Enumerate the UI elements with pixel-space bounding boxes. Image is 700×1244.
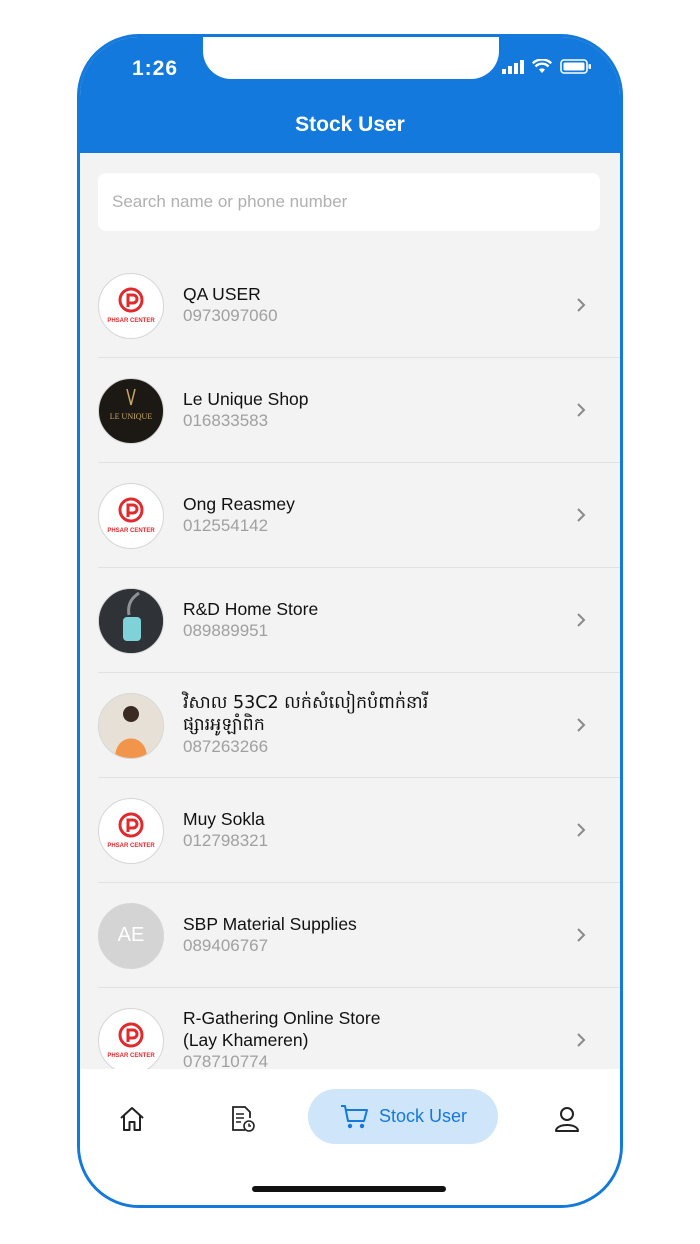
signal-icon: [502, 59, 524, 74]
search-input[interactable]: [98, 173, 600, 231]
avatar-photo: [98, 588, 164, 654]
avatar-phsar-center: PHSAR CENTER: [98, 1008, 164, 1074]
user-list-item[interactable]: LE UNIQUE Le Unique Shop 016833583: [98, 358, 620, 463]
device-notch: [203, 37, 499, 79]
avatar-ae-logo: AE: [98, 903, 164, 969]
wifi-icon: [532, 59, 552, 73]
user-list-item[interactable]: PHSAR CENTER Ong Reasmey 012554142: [98, 463, 620, 568]
user-list-item[interactable]: AE SBP Material Supplies 089406767: [98, 883, 620, 988]
user-texts: Muy Sokla 012798321: [183, 778, 268, 882]
chevron-right-icon: [577, 508, 586, 522]
user-list-item[interactable]: PHSAR CENTER QA USER 0973097060: [98, 253, 620, 358]
home-indicator: [252, 1186, 446, 1192]
ae-logo: AE: [118, 924, 145, 946]
user-list-item[interactable]: R&D Home Store 089889951: [98, 568, 620, 673]
logo-text: PHSAR CENTER: [107, 1053, 155, 1059]
stock-user-list: PHSAR CENTER QA USER 0973097060 LE UNIQU…: [80, 253, 620, 1093]
avatar-phsar-center: PHSAR CENTER: [98, 483, 164, 549]
user-name: R-Gathering Online Store (Lay Khameren): [183, 1008, 381, 1050]
nav-report[interactable]: [225, 1091, 259, 1147]
bottom-nav: Stock User: [80, 1069, 620, 1205]
user-name: R&D Home Store: [183, 599, 319, 619]
chevron-right-icon: [577, 1033, 586, 1047]
user-texts: វិសាល 53C2 លក់សំលៀកបំពាក់នារី ផ្សារអូឡាំ…: [183, 673, 513, 777]
chevron-right-icon: [577, 823, 586, 837]
user-phone: 089406767: [183, 936, 269, 955]
app-header: 1:26 Stock User: [80, 37, 620, 153]
user-texts: Le Unique Shop 016833583: [183, 358, 309, 462]
phsar-center-logo: PHSAR CENTER: [107, 1022, 155, 1059]
user-phone: 016833583: [183, 411, 269, 430]
chevron-right-icon: [577, 928, 586, 942]
app-screen: 1:26 Stock User Search name or phone num…: [80, 37, 620, 1205]
user-name: Muy Sokla: [183, 809, 265, 829]
nav-stock-user-label: Stock User: [378, 1106, 468, 1126]
logo-text: LE UNIQUE: [110, 412, 153, 421]
chevron-right-icon: [577, 298, 586, 312]
cart-icon: [340, 1104, 368, 1128]
avatar-phsar-center: PHSAR CENTER: [98, 273, 164, 339]
user-phone: 012798321: [183, 831, 269, 850]
user-phone: 089889951: [183, 621, 269, 640]
avatar-le-unique: LE UNIQUE: [98, 378, 164, 444]
nav-home[interactable]: [115, 1091, 149, 1147]
avatar-photo: [98, 693, 164, 759]
user-phone: 087263266: [183, 737, 269, 756]
phone-frame: 1:26 Stock User Search name or phone num…: [77, 34, 623, 1208]
page-title: Stock User: [295, 113, 405, 136]
status-icons: [502, 59, 592, 74]
logo-text: PHSAR CENTER: [107, 843, 155, 849]
user-name: SBP Material Supplies: [183, 914, 357, 934]
chevron-right-icon: [577, 403, 586, 417]
logo-text: PHSAR CENTER: [107, 318, 155, 324]
user-phone: 0973097060: [183, 306, 278, 325]
person-photo: [99, 694, 163, 758]
user-name: វិសាល 53C2 លក់សំលៀកបំពាក់នារី ផ្សារអូឡាំ…: [183, 693, 429, 735]
chevron-right-icon: [577, 613, 586, 627]
logo-text: PHSAR CENTER: [107, 528, 155, 534]
report-icon: [232, 1106, 255, 1132]
user-texts: R&D Home Store 089889951: [183, 568, 318, 672]
phsar-center-logo: PHSAR CENTER: [107, 812, 155, 849]
chevron-right-icon: [577, 718, 586, 732]
phsar-center-logo: PHSAR CENTER: [107, 497, 155, 534]
product-photo: [99, 589, 163, 653]
user-texts: Ong Reasmey 012554142: [183, 463, 295, 567]
profile-icon: [555, 1107, 579, 1132]
user-name: Le Unique Shop: [183, 389, 309, 409]
user-texts: QA USER 0973097060: [183, 253, 278, 357]
le-unique-logo: LE UNIQUE: [110, 388, 153, 421]
phsar-center-logo: PHSAR CENTER: [107, 287, 155, 324]
user-texts: SBP Material Supplies 089406767: [183, 883, 357, 987]
user-name: QA USER: [183, 284, 261, 304]
nav-profile[interactable]: [550, 1091, 584, 1147]
user-phone: 012554142: [183, 516, 269, 535]
nav-stock-user[interactable]: Stock User: [308, 1089, 498, 1144]
user-list-item[interactable]: វិសាល 53C2 លក់សំលៀកបំពាក់នារី ផ្សារអូឡាំ…: [98, 673, 620, 778]
user-name: Ong Reasmey: [183, 494, 295, 514]
battery-icon: [560, 59, 591, 74]
avatar-phsar-center: PHSAR CENTER: [98, 798, 164, 864]
status-time: 1:26: [132, 57, 179, 80]
user-list-item[interactable]: PHSAR CENTER Muy Sokla 012798321: [98, 778, 620, 883]
home-icon: [120, 1107, 144, 1131]
logo-text: AE: [118, 924, 145, 946]
